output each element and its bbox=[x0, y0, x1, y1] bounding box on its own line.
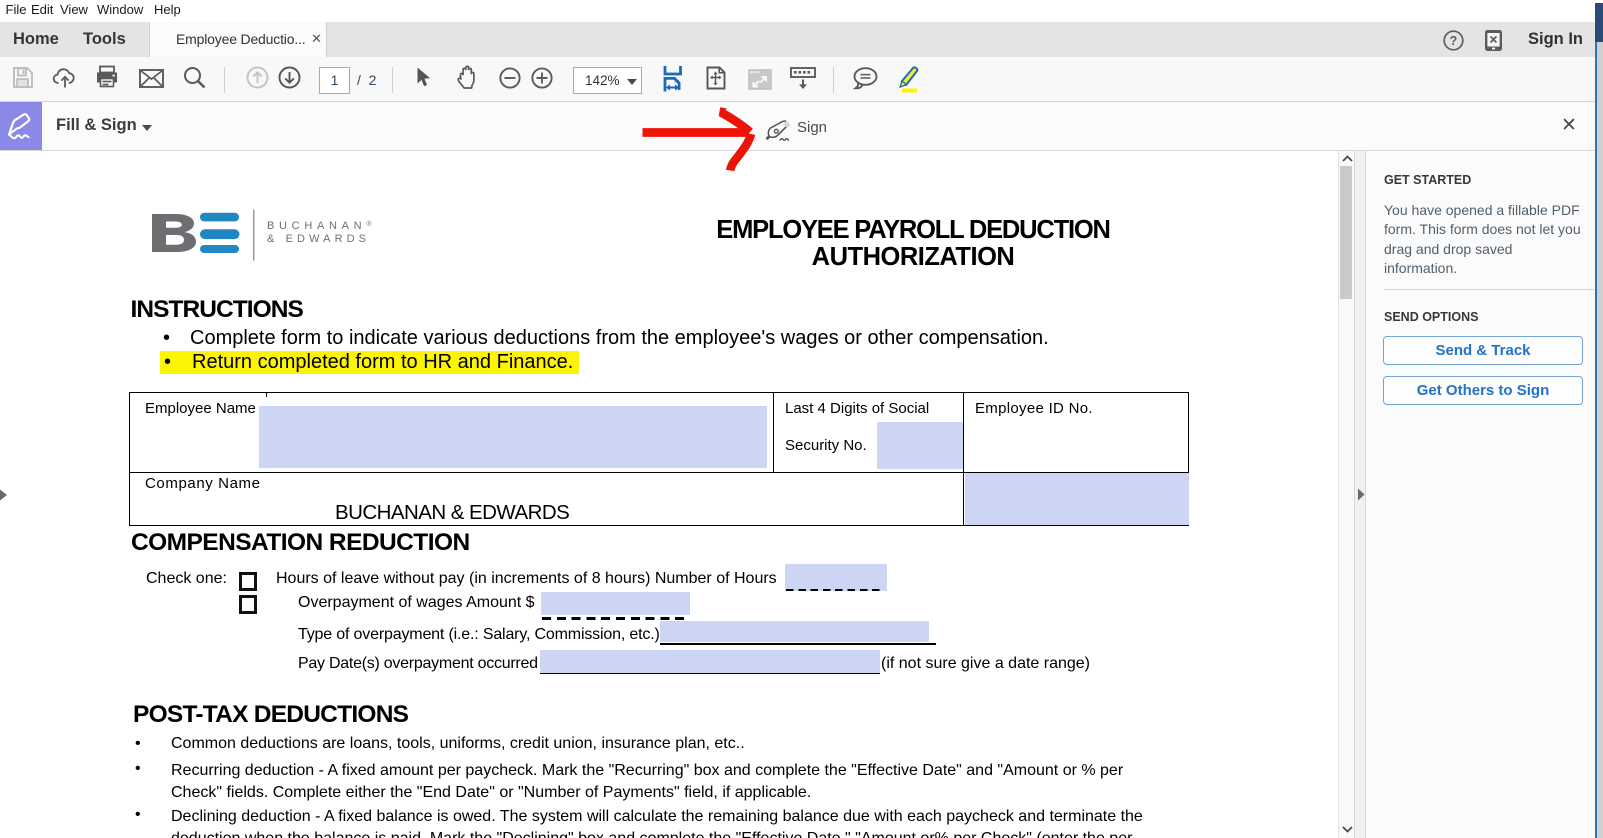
svg-text:?: ? bbox=[1450, 34, 1458, 48]
